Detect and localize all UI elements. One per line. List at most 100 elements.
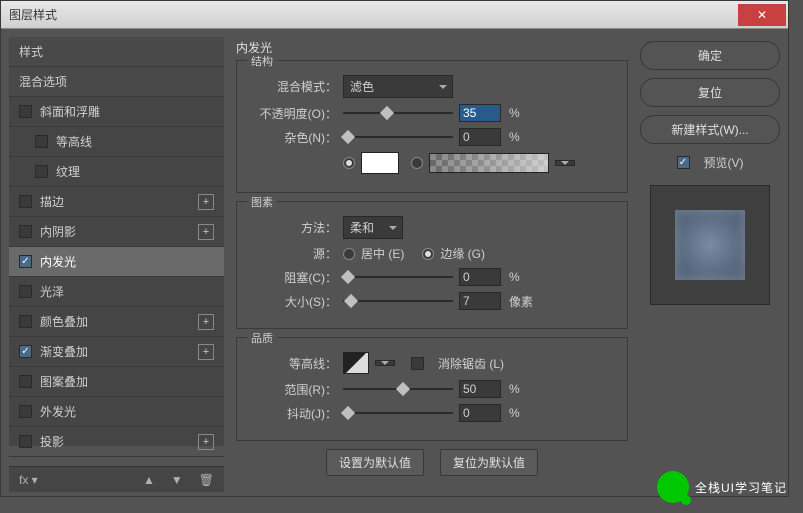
move-up-icon[interactable]: ▲ [141,471,157,489]
titlebar: 图层样式 ✕ [1,1,788,29]
effect-texture[interactable]: 纹理 [9,157,224,187]
size-input[interactable]: 7 [459,292,501,310]
gradient-radio[interactable] [411,157,423,169]
effect-contour[interactable]: 等高线 [9,127,224,157]
checkbox-texture[interactable] [35,165,48,178]
range-input[interactable]: 50 [459,380,501,398]
range-unit: % [509,382,520,396]
jitter-slider[interactable] [343,406,453,420]
choke-slider[interactable] [343,270,453,284]
checkbox-pattern-overlay[interactable] [19,375,32,388]
effect-label: 描边 [40,193,64,210]
opacity-input[interactable]: 35 [459,104,501,122]
preview-box [650,185,770,305]
noise-input[interactable]: 0 [459,128,501,146]
choke-unit: % [509,270,520,284]
default-buttons: 设置为默认值 复位为默认值 [236,449,628,476]
source-edge-radio[interactable] [422,248,434,260]
quality-contour-label: 等高线： [247,355,337,372]
size-slider[interactable] [343,294,453,308]
color-swatch[interactable] [361,152,399,174]
contour-dropdown[interactable] [375,360,395,366]
preview-checkbox[interactable] [677,156,690,169]
preview-label: 预览(V) [704,154,744,171]
ok-button[interactable]: 确定 [640,41,780,70]
technique-dropdown[interactable]: 柔和 [343,216,403,239]
choke-input[interactable]: 0 [459,268,501,286]
elements-group: 图素 方法： 柔和 源： 居中 (E) 边缘 (G) 阻塞(C)： 0 % [236,201,628,329]
quality-group: 品质 等高线： 消除锯齿 (L) 范围(R)： 50 % 抖动(J)： [236,337,628,441]
jitter-input[interactable]: 0 [459,404,501,422]
antialias-label: 消除锯齿 (L) [438,355,504,372]
blend-mode-dropdown[interactable]: 滤色 [343,75,453,98]
noise-label: 杂色(N)： [247,129,337,146]
effect-outer-glow[interactable]: 外发光 [9,397,224,427]
gradient-swatch[interactable] [429,153,549,173]
effect-label: 外发光 [40,403,76,420]
source-center-radio[interactable] [343,248,355,260]
trash-icon[interactable]: 🗑 [197,471,216,489]
effect-gradient-overlay[interactable]: 渐变叠加 + [9,337,224,367]
add-drop-shadow-button[interactable]: + [198,434,214,450]
checkbox-drop-shadow[interactable] [19,435,32,448]
effects-panel: 样式 混合选项 斜面和浮雕 等高线 纹理 描边 + 内阴影 + 内发光 [9,37,224,446]
quality-legend: 品质 [247,330,277,346]
dialog-content: 样式 混合选项 斜面和浮雕 等高线 纹理 描边 + 内阴影 + 内发光 [1,29,788,454]
checkbox-contour[interactable] [35,135,48,148]
opacity-slider[interactable] [343,106,453,120]
checkbox-color-overlay[interactable] [19,315,32,328]
jitter-label: 抖动(J)： [247,405,337,422]
effect-inner-shadow[interactable]: 内阴影 + [9,217,224,247]
color-radio[interactable] [343,157,355,169]
gradient-dropdown[interactable] [555,160,575,166]
source-edge-label: 边缘 (G) [440,245,485,262]
effect-label: 纹理 [56,163,80,180]
styles-header[interactable]: 样式 [9,37,224,67]
effect-label: 等高线 [56,133,92,150]
watermark: 全栈UI学习笔记 [657,471,787,503]
checkbox-gradient-overlay[interactable] [19,345,32,358]
checkbox-satin[interactable] [19,285,32,298]
range-slider[interactable] [343,382,453,396]
layer-style-dialog: 图层样式 ✕ 样式 混合选项 斜面和浮雕 等高线 纹理 描边 + 内阴影 + [0,0,789,497]
close-button[interactable]: ✕ [738,4,786,26]
source-center-label: 居中 (E) [361,245,404,262]
checkbox-outer-glow[interactable] [19,405,32,418]
checkbox-inner-glow[interactable] [19,255,32,268]
cancel-button[interactable]: 复位 [640,78,780,107]
add-color-overlay-button[interactable]: + [198,314,214,330]
antialias-checkbox[interactable] [411,357,424,370]
effect-drop-shadow[interactable]: 投影 + [9,427,224,457]
effect-satin[interactable]: 光泽 [9,277,224,307]
effect-label: 渐变叠加 [40,343,88,360]
add-stroke-button[interactable]: + [198,194,214,210]
action-panel: 确定 复位 新建样式(W)... 预览(V) [640,37,780,446]
contour-picker[interactable] [343,352,369,374]
effect-inner-glow[interactable]: 内发光 [9,247,224,277]
settings-panel: 内发光 结构 混合模式： 滤色 不透明度(O)： 35 % 杂色(N)： 0 [232,37,632,446]
effect-bevel-emboss[interactable]: 斜面和浮雕 [9,97,224,127]
blend-mode-label: 混合模式： [247,78,337,95]
effect-color-overlay[interactable]: 颜色叠加 + [9,307,224,337]
new-style-button[interactable]: 新建样式(W)... [640,115,780,144]
checkbox-bevel[interactable] [19,105,32,118]
reset-default-button[interactable]: 复位为默认值 [440,449,538,476]
choke-label: 阻塞(C)： [247,269,337,286]
make-default-button[interactable]: 设置为默认值 [326,449,424,476]
technique-label: 方法： [247,219,337,236]
move-down-icon[interactable]: ▼ [169,471,185,489]
size-label: 大小(S)： [247,293,337,310]
fx-menu-icon[interactable]: fx ▾ [17,471,40,489]
size-unit: 像素 [509,293,533,310]
checkbox-stroke[interactable] [19,195,32,208]
window-title: 图层样式 [9,6,57,23]
add-gradient-overlay-button[interactable]: + [198,344,214,360]
checkbox-inner-shadow[interactable] [19,225,32,238]
preview-toggle[interactable]: 预览(V) [640,154,780,171]
blending-options[interactable]: 混合选项 [9,67,224,97]
noise-slider[interactable] [343,130,453,144]
effect-stroke[interactable]: 描边 + [9,187,224,217]
add-inner-shadow-button[interactable]: + [198,224,214,240]
effect-label: 内阴影 [40,223,76,240]
effect-pattern-overlay[interactable]: 图案叠加 [9,367,224,397]
